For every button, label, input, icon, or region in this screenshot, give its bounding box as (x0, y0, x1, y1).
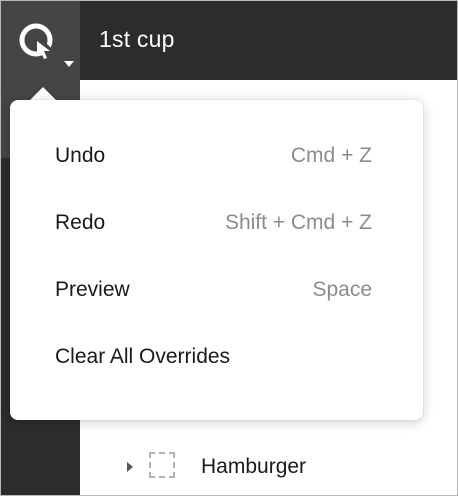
main-menu-button[interactable] (1, 1, 80, 80)
app-window: 1st cup Hamburger Undo Cmd + Z Redo Shif… (0, 0, 458, 496)
menu-item-preview[interactable]: Preview Space (10, 263, 423, 317)
menu-item-undo[interactable]: Undo Cmd + Z (10, 129, 423, 183)
menu-item-shortcut: Space (312, 278, 372, 301)
menu-item-label: Preview (55, 278, 130, 301)
menu-item-label: Undo (55, 144, 106, 167)
top-toolbar: 1st cup (1, 1, 457, 80)
menu-item-clear-all-overrides[interactable]: Clear All Overrides (10, 330, 423, 384)
menu-item-shortcut: Cmd + Z (290, 144, 372, 167)
layer-row-hamburger[interactable]: Hamburger (121, 452, 421, 482)
menu-pointer (29, 87, 57, 101)
caret-right-icon[interactable] (127, 462, 133, 472)
frame-icon (149, 452, 175, 478)
file-title[interactable]: 1st cup (99, 23, 175, 55)
layer-label: Hamburger (201, 455, 307, 478)
chevron-down-icon (64, 61, 74, 67)
menu-item-redo[interactable]: Redo Shift + Cmd + Z (10, 196, 423, 250)
menu-item-label: Clear All Overrides (55, 345, 231, 368)
main-dropdown-menu: Undo Cmd + Z Redo Shift + Cmd + Z Previe… (10, 100, 423, 420)
menu-item-shortcut: Shift + Cmd + Z (224, 211, 372, 234)
figma-logo-icon (19, 23, 74, 67)
menu-item-label: Redo (55, 211, 106, 234)
